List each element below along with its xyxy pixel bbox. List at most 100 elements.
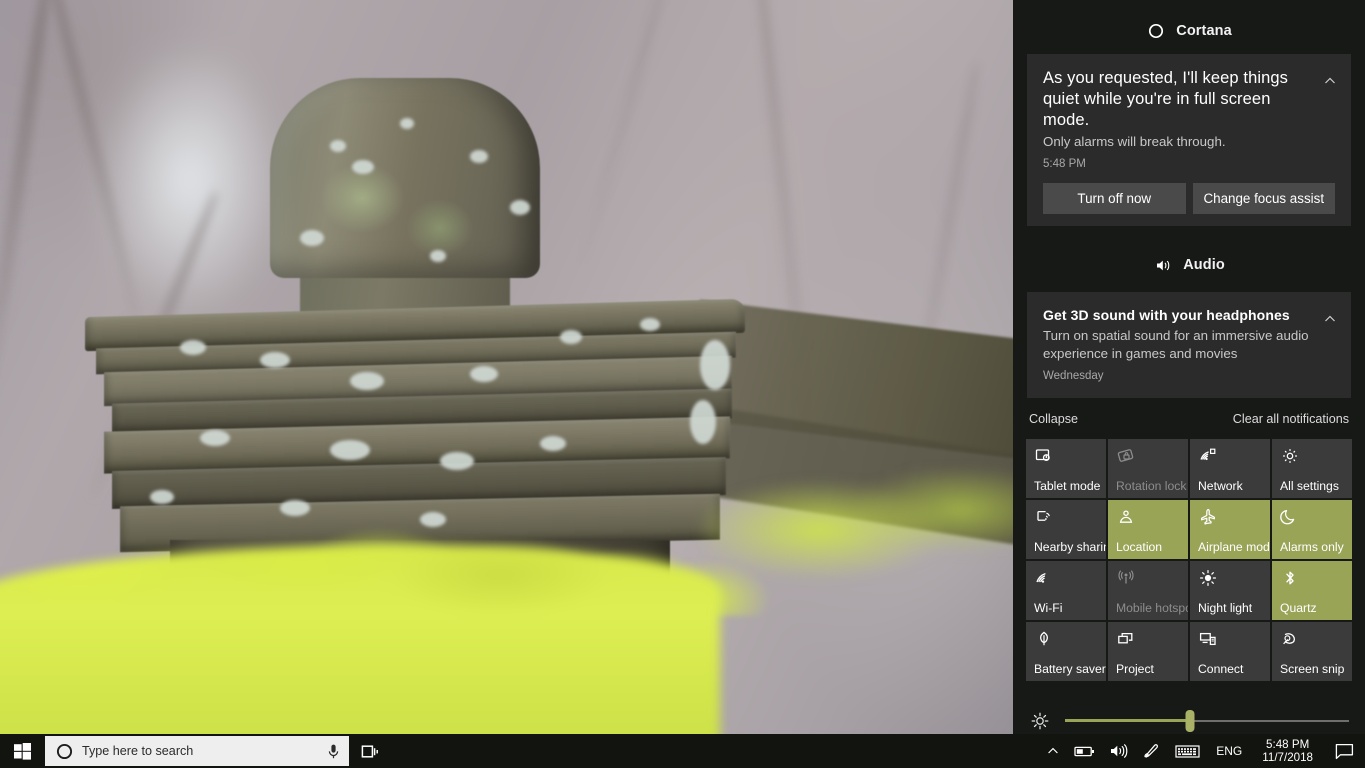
quick-action-night-light[interactable]: Night light [1190,561,1270,620]
volume-button[interactable] [1102,734,1135,768]
windows-logo-icon [13,742,31,760]
quick-action-label: Alarms only [1280,540,1344,554]
task-view-icon [360,743,379,760]
quick-action-label: Network [1198,479,1243,493]
notification-timestamp: Wednesday [1043,370,1104,382]
notification-group-header-audio[interactable]: Audio [1013,248,1365,282]
desktop-wallpaper[interactable] [0,0,1013,734]
action-center-panel: Cortana As you requested, I'll keep thin… [1013,0,1365,734]
wallpaper-moss-foreground [0,545,720,734]
quick-action-label: Airplane mode [1198,540,1270,554]
rotation-lock-icon [1116,446,1138,468]
touch-keyboard-icon [1175,744,1200,759]
chevron-up-icon[interactable] [1319,70,1341,92]
brightness-icon [1029,710,1051,732]
taskbar: Type here to search ENG 5:48 PM 11/7/201… [0,734,1365,768]
quick-action-alarms-only[interactable]: Alarms only [1272,500,1352,559]
quick-action-mobile-hotspot[interactable]: Mobile hotspot [1108,561,1188,620]
quick-action-label: Nearby sharing [1034,540,1106,554]
battery-status-button[interactable] [1067,734,1102,768]
quick-action-rotation-lock[interactable]: Rotation lock [1108,439,1188,498]
taskbar-empty-area[interactable] [389,734,1039,768]
quick-action-label: Project [1116,662,1154,676]
quick-action-location[interactable]: Location [1108,500,1188,559]
microphone-icon[interactable] [326,743,341,760]
quick-action-wifi[interactable]: Wi-Fi [1026,561,1106,620]
quick-action-screen-snip[interactable]: Screen snip [1272,622,1352,681]
notification-group-header-cortana[interactable]: Cortana [1013,14,1365,48]
wallpaper-lichen-spot [300,230,324,246]
quick-action-network[interactable]: Network [1190,439,1270,498]
wallpaper-lichen-spot [560,330,582,344]
battery-leaf-icon [1034,629,1056,651]
wallpaper-lichen-spot [470,150,488,163]
change-focus-assist-button[interactable]: Change focus assist [1192,183,1335,214]
wallpaper-lichen-spot [540,436,566,451]
notification-subtitle: Turn on spatial sound for an immersive a… [1043,328,1309,361]
language-indicator[interactable]: ENG [1207,734,1251,768]
quick-action-label: Connect [1198,662,1244,676]
battery-icon [1074,745,1095,758]
notification-timestamp: 5:48 PM [1043,158,1086,170]
search-placeholder: Type here to search [82,744,194,758]
quick-action-label: Tablet mode [1034,479,1101,493]
clock-date: 11/7/2018 [1262,751,1313,764]
wallpaper-lichen-spot [350,372,384,390]
start-button[interactable] [0,734,44,768]
wallpaper-lichen-spot [330,440,370,460]
quick-action-label: All settings [1280,479,1339,493]
task-view-button[interactable] [349,734,389,768]
collapse-link[interactable]: Collapse [1029,412,1078,426]
wallpaper-lichen-spot [400,118,414,129]
nearby-sharing-icon [1034,507,1056,529]
notification-list: Cortana As you requested, I'll keep thin… [1013,0,1365,437]
notification-audio-spatial-sound[interactable]: Get 3D sound with your headphones Turn o… [1027,292,1351,398]
sun-icon [1198,568,1220,590]
brightness-control [1013,707,1365,734]
show-hidden-icons-button[interactable] [1039,734,1067,768]
chevron-up-icon [1046,744,1060,758]
chevron-up-icon[interactable] [1319,308,1341,330]
quick-action-label: Screen snip [1280,662,1345,676]
speaker-icon [1153,255,1173,275]
quick-actions-grid: Tablet mode Rotation lock Network All se… [1013,439,1365,681]
quick-action-label: Quartz [1280,601,1317,615]
quick-action-label: Night light [1198,601,1253,615]
wallpaper-lichen-spot [330,140,346,152]
wallpaper-post-cap [270,78,540,278]
wallpaper-lichen-spot [260,352,290,368]
quick-action-connect[interactable]: Connect [1190,622,1270,681]
connect-icon [1198,629,1220,651]
quick-action-all-settings[interactable]: All settings [1272,439,1352,498]
bluetooth-icon [1280,568,1302,590]
language-label: ENG [1216,744,1243,758]
windows-ink-workspace-button[interactable] [1135,734,1168,768]
clock[interactable]: 5:48 PM 11/7/2018 [1251,734,1324,768]
notification-group-title: Audio [1183,257,1225,273]
wallpaper-lichen-spot [150,490,174,504]
slider-thumb[interactable] [1185,709,1195,732]
quick-action-project[interactable]: Project [1108,622,1188,681]
notification-title: Get 3D sound with your headphones [1043,307,1290,323]
turn-off-now-button[interactable]: Turn off now [1043,183,1186,214]
quick-action-airplane-mode[interactable]: Airplane mode [1190,500,1270,559]
clock-time: 5:48 PM [1266,738,1310,751]
touch-keyboard-button[interactable] [1168,734,1207,768]
quick-action-quartz-bluetooth[interactable]: Quartz [1272,561,1352,620]
action-center-button[interactable] [1324,734,1365,768]
quick-action-label: Rotation lock [1116,479,1187,493]
network-icon [1198,446,1220,468]
search-input[interactable]: Type here to search [45,736,349,766]
wallpaper-lichen-spot [700,340,730,390]
wallpaper-lichen-spot [440,452,474,470]
windows-ink-icon [1142,743,1161,760]
quick-action-battery-saver[interactable]: Battery saver [1026,622,1106,681]
notification-cortana-focus-assist[interactable]: As you requested, I'll keep things quiet… [1027,54,1351,226]
brightness-slider[interactable] [1065,709,1349,732]
action-center-icon [1335,743,1354,760]
quick-action-nearby-sharing[interactable]: Nearby sharing [1026,500,1106,559]
clear-all-notifications-link[interactable]: Clear all notifications [1233,412,1349,426]
tablet-mode-icon [1034,446,1056,468]
gear-icon [1280,446,1302,468]
quick-action-tablet-mode[interactable]: Tablet mode [1026,439,1106,498]
